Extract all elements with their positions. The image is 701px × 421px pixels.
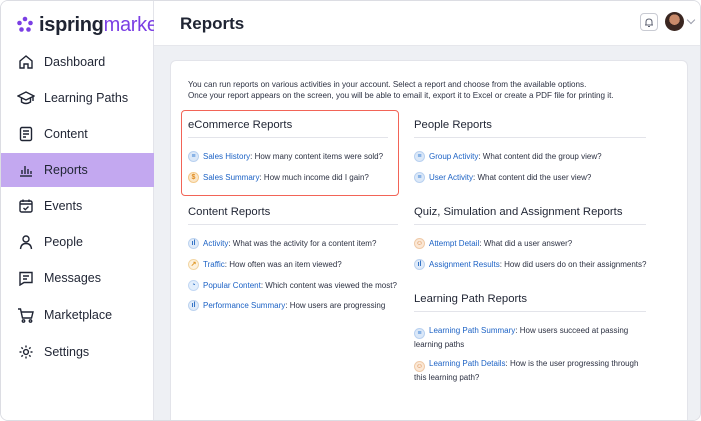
user-progress-icon: ☺: [414, 361, 425, 372]
user-activity-icon: ≡: [414, 172, 425, 183]
report-description: : How often was an item viewed?: [224, 260, 342, 269]
notification-bell-icon[interactable]: [640, 13, 658, 31]
report-link[interactable]: Attempt Detail: [429, 238, 479, 250]
bar-chart-icon: ıl: [188, 300, 199, 311]
report-description: : Which content was viewed the most?: [260, 281, 397, 290]
brand-name-part1: ispring: [39, 13, 104, 36]
report-performance-summary[interactable]: ıl Performance Summary: How users are pr…: [188, 300, 385, 312]
report-learning-path-summary[interactable]: ≡ Learning Path Summary: How users succee…: [414, 325, 644, 351]
report-assignment-results[interactable]: ıl Assignment Results: How did users do …: [414, 259, 646, 271]
ispring-logo-icon: [17, 16, 33, 32]
sidebar-item-label: Learning Paths: [44, 91, 129, 105]
page-title: Reports: [180, 14, 245, 33]
report-link[interactable]: Popular Content: [203, 280, 261, 292]
sidebar-item-label: Reports: [44, 163, 88, 177]
sidebar: ispring market Dashboard Learning Paths C…: [1, 1, 163, 420]
person-icon: [17, 233, 35, 251]
trend-line-icon: ↗: [188, 259, 199, 270]
sidebar-item-dashboard[interactable]: Dashboard: [1, 45, 154, 79]
calendar-check-icon: [17, 197, 35, 215]
content-reports-title: Content Reports: [188, 206, 398, 225]
report-description: : How did users do on their assignments?: [499, 260, 647, 269]
chevron-down-icon[interactable]: [686, 15, 696, 25]
report-popular-content[interactable]: ◔ Popular Content: Which content was vie…: [188, 280, 397, 292]
sidebar-item-content[interactable]: Content: [1, 117, 154, 151]
intro-line-2: Once your report appears on the screen, …: [188, 91, 614, 100]
user-answer-icon: ☺: [414, 238, 425, 249]
pie-chart-icon: ◔: [188, 280, 199, 291]
document-icon: [17, 125, 35, 143]
sidebar-item-label: Content: [44, 127, 88, 141]
report-link[interactable]: Activity: [203, 238, 228, 250]
bar-chart-icon: [17, 161, 35, 179]
sidebar-item-label: Settings: [44, 345, 90, 359]
report-traffic[interactable]: ↗ Traffic: How often was an item viewed?: [188, 259, 342, 271]
report-description: : What was the activity for a content it…: [228, 239, 377, 248]
report-link[interactable]: User Activity: [429, 172, 473, 184]
sidebar-item-settings[interactable]: Settings: [1, 335, 154, 369]
ecommerce-highlight-box: [181, 110, 399, 196]
report-description: : How users are progressing: [285, 301, 386, 310]
report-attempt-detail[interactable]: ☺ Attempt Detail: What did a user answer…: [414, 238, 572, 250]
learning-path-reports-title: Learning Path Reports: [414, 293, 646, 312]
bar-chart-icon: ıl: [414, 259, 425, 270]
report-link[interactable]: Group Activity: [429, 151, 478, 163]
intro-text: You can run reports on various activitie…: [188, 79, 658, 101]
report-link[interactable]: Performance Summary: [203, 300, 285, 312]
report-group-activity[interactable]: ≡ Group Activity: What content did the g…: [414, 151, 602, 163]
sidebar-item-learning-paths[interactable]: Learning Paths: [1, 81, 154, 115]
report-user-activity[interactable]: ≡ User Activity: What content did the us…: [414, 172, 591, 184]
sidebar-item-label: Dashboard: [44, 55, 106, 69]
app-window: ispring market Dashboard Learning Paths C…: [0, 0, 701, 421]
sidebar-item-label: Marketplace: [44, 308, 113, 322]
sidebar-item-people[interactable]: People: [1, 225, 154, 259]
report-description: : What content did the group view?: [478, 152, 602, 161]
report-learning-path-details[interactable]: ☺ Learning Path Details: How is the user …: [414, 358, 644, 384]
sidebar-item-messages[interactable]: Messages: [1, 261, 154, 295]
home-icon: [17, 53, 35, 71]
gear-icon: [17, 343, 35, 361]
sidebar-item-label: People: [44, 235, 83, 249]
sidebar-item-marketplace[interactable]: Marketplace: [1, 298, 154, 332]
cart-icon: [17, 306, 35, 324]
report-link[interactable]: Learning Path Details: [429, 359, 506, 368]
sidebar-item-reports[interactable]: Reports: [1, 153, 154, 187]
quiz-reports-title: Quiz, Simulation and Assignment Reports: [414, 206, 646, 225]
report-link[interactable]: Learning Path Summary: [429, 326, 515, 335]
report-link[interactable]: Assignment Results: [429, 259, 500, 271]
group-activity-icon: ≡: [414, 151, 425, 162]
graduation-cap-icon: [17, 89, 35, 107]
report-description: : What did a user answer?: [479, 239, 573, 248]
bar-chart-icon: ıl: [188, 238, 199, 249]
report-link[interactable]: Traffic: [203, 259, 225, 271]
report-activity[interactable]: ıl Activity: What was the activity for a…: [188, 238, 376, 250]
sidebar-item-events[interactable]: Events: [1, 189, 154, 223]
brand-logo[interactable]: ispring market: [15, 13, 163, 37]
people-reports-title: People Reports: [414, 119, 646, 138]
intro-line-1: You can run reports on various activitie…: [188, 80, 587, 89]
report-description: : What content did the user view?: [473, 173, 592, 182]
sidebar-item-label: Messages: [44, 271, 101, 285]
message-icon: [17, 269, 35, 287]
learning-path-summary-icon: ≡: [414, 328, 425, 339]
sidebar-item-label: Events: [44, 199, 83, 213]
top-header: Reports: [154, 1, 700, 46]
avatar[interactable]: [665, 12, 684, 31]
